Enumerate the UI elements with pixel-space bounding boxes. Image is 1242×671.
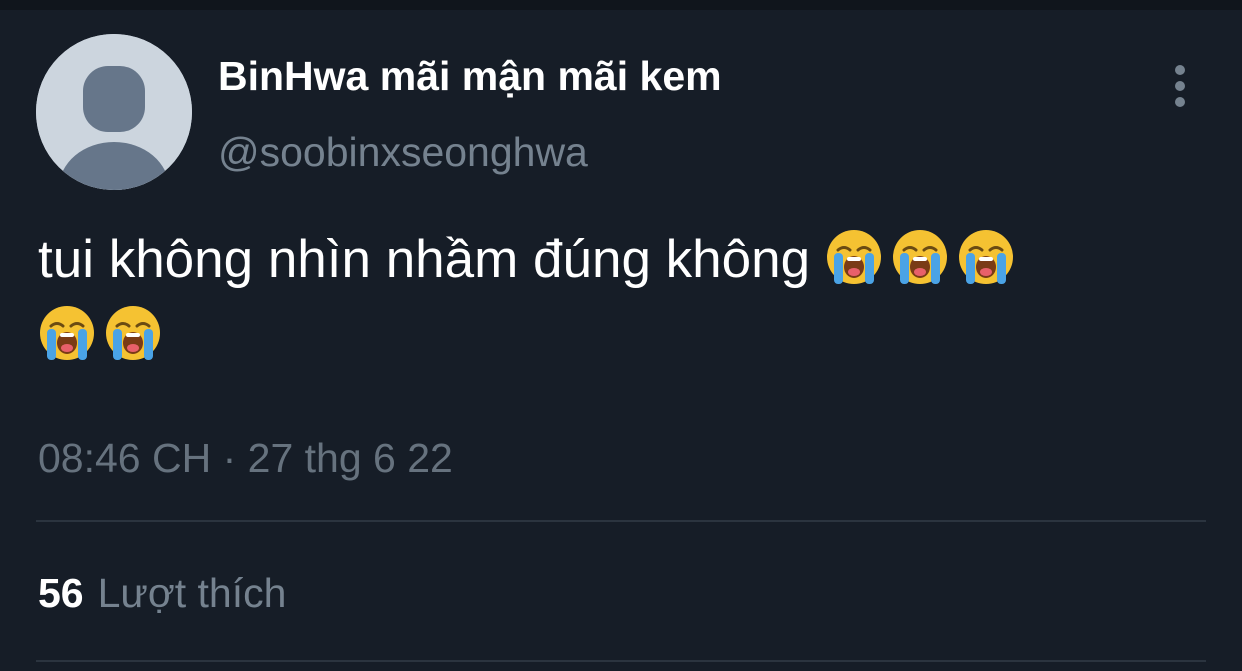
likes-label: Lượt thích <box>97 570 287 616</box>
tweet-text-body: tui không nhìn nhầm đúng không <box>38 230 811 289</box>
divider <box>36 520 1206 522</box>
default-avatar-silhouette-icon <box>36 34 192 190</box>
likes-stat[interactable]: 56 Lượt thích <box>38 566 286 620</box>
loudly-crying-face-icon <box>825 228 883 286</box>
loudly-crying-face-icon <box>38 304 96 362</box>
tweet-text: tui không nhìn nhầm đúng không <box>38 222 1208 374</box>
likes-count: 56 <box>38 570 84 616</box>
author-handle[interactable]: @soobinxseonghwa <box>218 126 588 178</box>
more-options-button[interactable] <box>1160 62 1200 110</box>
top-edge <box>0 0 1242 10</box>
tweet-timestamp[interactable]: 08:46 CH · 27 thg 6 22 <box>38 432 453 484</box>
tweet-text-line-2 <box>38 298 1208 374</box>
tweet-text-line-1: tui không nhìn nhầm đúng không <box>38 222 1208 298</box>
loudly-crying-face-icon <box>104 304 162 362</box>
avatar[interactable] <box>36 34 192 190</box>
author-display-name[interactable]: BinHwa mãi mận mãi kem <box>218 50 722 102</box>
loudly-crying-face-icon <box>891 228 949 286</box>
divider <box>36 660 1206 662</box>
vertical-ellipsis-icon <box>1175 65 1185 107</box>
loudly-crying-face-icon <box>957 228 1015 286</box>
